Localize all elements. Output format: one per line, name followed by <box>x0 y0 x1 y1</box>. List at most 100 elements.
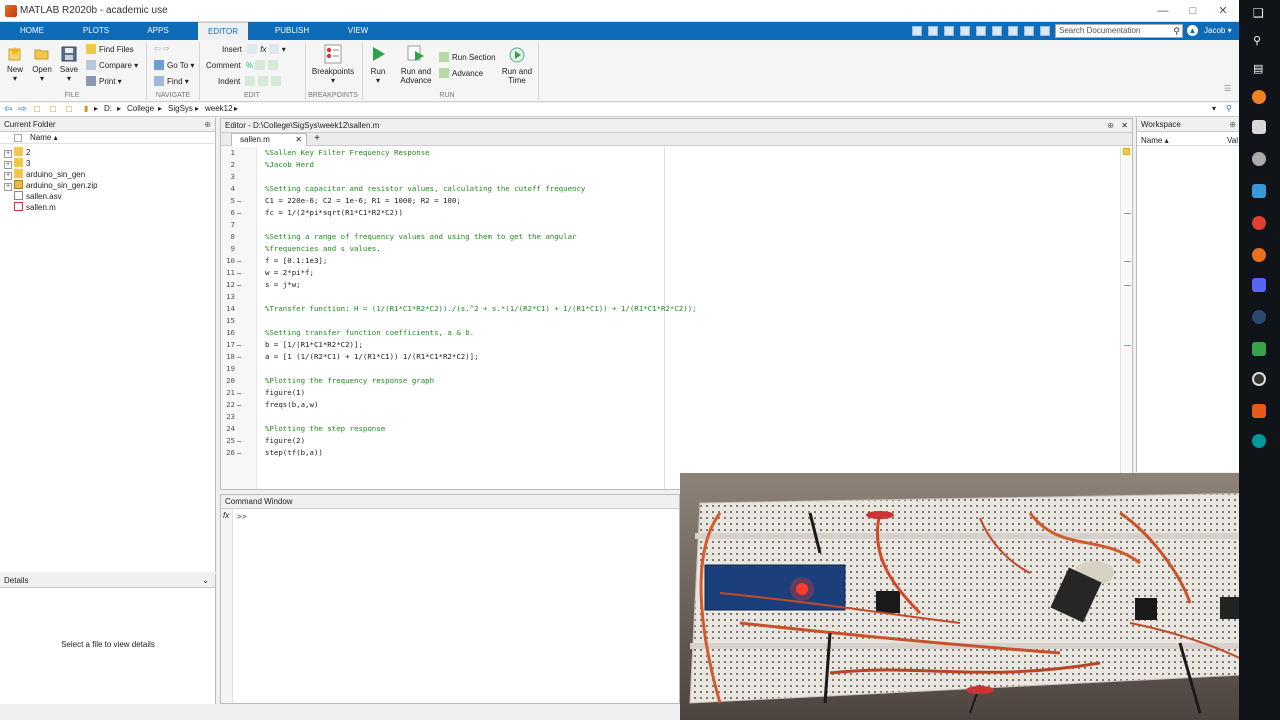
print-button[interactable]: Print ▾ <box>86 76 122 86</box>
code-line[interactable]: 26— step(tf(b,a)) <box>221 447 1121 459</box>
warning-marker[interactable] <box>1124 261 1131 262</box>
customize-quick-icon[interactable] <box>1040 26 1050 36</box>
code-line[interactable]: 1 %Sallen Key Filter Frequency Response <box>221 147 1121 159</box>
notifications-icon[interactable]: ▲ <box>1187 25 1198 36</box>
code-line[interactable]: 16 %Setting transfer function coefficient… <box>221 327 1121 339</box>
collapse-toolstrip-icon[interactable]: ☰ <box>1224 84 1231 93</box>
name-column-header[interactable]: Name ▴ <box>30 133 58 142</box>
maximize-button[interactable]: □ <box>1180 3 1206 19</box>
tab-publish[interactable]: PUBLISH <box>268 22 316 40</box>
breakpoint-marker[interactable]: — <box>237 195 241 207</box>
insert-button[interactable]: Insert fx ▾ <box>222 44 286 54</box>
code-line[interactable]: 25— figure(2) <box>221 435 1121 447</box>
run-and-advance-button[interactable]: Run and Advance <box>398 44 434 85</box>
breakpoint-marker[interactable]: — <box>237 351 241 363</box>
up-folder-icon[interactable]: □ <box>34 104 40 115</box>
breakpoint-marker[interactable]: — <box>237 279 241 291</box>
find-button[interactable]: Find ▾ <box>154 76 189 86</box>
workspace-name-column[interactable]: Name ▴ <box>1141 136 1169 145</box>
undo-quick-icon[interactable] <box>976 26 986 36</box>
code-line[interactable]: 3 <box>221 171 1121 183</box>
task-view-icon[interactable]: ▤ <box>1253 62 1263 75</box>
breakpoints-button[interactable]: Breakpoints ▾ <box>310 44 356 85</box>
refresh-folder-icon[interactable]: □ <box>66 104 72 115</box>
breakpoint-marker[interactable]: — <box>237 339 241 351</box>
code-line[interactable]: 10— f = [0.1:1e3]; <box>221 255 1121 267</box>
app-icon[interactable] <box>1252 152 1266 166</box>
app-icon[interactable] <box>1252 184 1266 198</box>
cut-quick-icon[interactable] <box>928 26 938 36</box>
save-quick-icon[interactable] <box>912 26 922 36</box>
chrome-icon[interactable] <box>1252 216 1266 230</box>
save-button[interactable]: Save ▾ <box>58 46 80 83</box>
expand-icon[interactable]: + <box>4 161 12 169</box>
copy-quick-icon[interactable] <box>944 26 954 36</box>
code-line[interactable]: 24 %Plotting the step response <box>221 423 1121 435</box>
code-line[interactable]: 5— C1 = 220e-6; C2 = 1e-6; R1 = 1000; R2 … <box>221 195 1121 207</box>
tab-view[interactable]: VIEW <box>338 22 378 40</box>
tab-apps[interactable]: APPS <box>140 22 176 40</box>
breadcrumb-drive[interactable]: D: <box>104 104 112 113</box>
comment-button[interactable]: Comment % <box>206 60 281 70</box>
matlab-taskbar-icon[interactable] <box>1252 90 1266 104</box>
code-line[interactable]: 8 %Setting a range of frequency values an… <box>221 231 1121 243</box>
list-item[interactable]: + arduino_sin_gen <box>4 169 85 180</box>
switch-windows-icon[interactable] <box>1008 26 1018 36</box>
warning-marker[interactable] <box>1124 345 1131 346</box>
arduino-icon[interactable] <box>1252 434 1266 448</box>
close-window-button[interactable]: ✕ <box>1210 3 1236 19</box>
back-icon[interactable]: ⇦ <box>4 104 12 115</box>
code-line[interactable]: 15 <box>221 315 1121 327</box>
go-to-button[interactable]: Go To ▾ <box>154 60 194 70</box>
search-icon[interactable]: ⚲ <box>1253 34 1261 47</box>
code-line[interactable]: 13 <box>221 291 1121 303</box>
user-account-menu[interactable]: Jacob ▾ <box>1204 22 1232 40</box>
expand-icon[interactable]: + <box>4 150 12 158</box>
close-tab-icon[interactable]: ✕ <box>295 134 302 146</box>
run-button[interactable]: Run ▾ <box>366 44 390 85</box>
breakpoint-marker[interactable]: — <box>237 267 241 279</box>
code-line[interactable]: 17— b = [1/(R1*C1*R2*C2)]; <box>221 339 1121 351</box>
minimize-button[interactable]: — <box>1150 3 1176 19</box>
run-and-time-button[interactable]: Run and Time <box>500 44 534 85</box>
list-item[interactable]: +2 <box>4 147 30 158</box>
code-line[interactable]: 14 %Transfer function: H = (1/(R1*C1*R2*C… <box>221 303 1121 315</box>
code-line[interactable]: 20 %Plotting the frequency response graph <box>221 375 1121 387</box>
android-icon[interactable] <box>1252 342 1266 356</box>
warning-marker[interactable] <box>1124 213 1131 214</box>
list-item[interactable]: sallen.m <box>4 202 56 213</box>
steam-icon[interactable] <box>1252 310 1266 324</box>
new-button[interactable]: New ▾ <box>4 46 26 83</box>
tab-sallen-m[interactable]: sallen.m ✕ <box>231 133 307 146</box>
code-line[interactable]: 18— a = [1 (1/(R2*C1) + 1/(R1*C1)) 1/(R1*… <box>221 351 1121 363</box>
breakpoint-marker[interactable]: — <box>237 255 241 267</box>
expand-icon[interactable]: + <box>4 183 12 191</box>
redo-quick-icon[interactable] <box>992 26 1002 36</box>
code-line[interactable]: 7 <box>221 219 1121 231</box>
tab-home[interactable]: HOME <box>12 22 52 40</box>
code-line[interactable]: 19 <box>221 363 1121 375</box>
file-explorer-icon[interactable] <box>1252 120 1266 134</box>
code-line[interactable]: 21— figure(1) <box>221 387 1121 399</box>
browse-folder-icon[interactable]: □ <box>50 104 56 115</box>
workspace-value-column[interactable]: Val <box>1227 136 1238 145</box>
select-all-checkbox[interactable] <box>14 134 22 142</box>
list-item[interactable]: sallen.asv <box>4 191 62 202</box>
find-files-button[interactable]: Find Files <box>86 44 134 54</box>
paste-quick-icon[interactable] <box>960 26 970 36</box>
code-editor[interactable]: 1 %Sallen Key Filter Frequency Response 2%… <box>221 147 1126 489</box>
obs-icon[interactable] <box>1252 372 1266 386</box>
panel-options-icon[interactable]: ⊕ <box>1229 118 1236 132</box>
list-item[interactable]: +3 <box>4 158 30 169</box>
close-editor-icon[interactable]: ✕ <box>1121 119 1128 133</box>
advance-button[interactable]: Advance <box>439 68 483 78</box>
discord-icon[interactable] <box>1252 278 1266 292</box>
breakpoint-marker[interactable]: — <box>237 207 241 219</box>
breakpoint-marker[interactable]: — <box>237 387 241 399</box>
address-dropdown-icon[interactable]: ▾ <box>1212 104 1216 113</box>
forward-icon[interactable]: ⇨ <box>18 104 26 115</box>
indent-button[interactable]: Indent <box>218 76 284 86</box>
code-line[interactable]: 6— fc = 1/(2*pi*sqrt(R1*C1*R2*C2)) <box>221 207 1121 219</box>
warning-marker[interactable] <box>1124 285 1131 286</box>
code-line[interactable]: 23 <box>221 411 1121 423</box>
